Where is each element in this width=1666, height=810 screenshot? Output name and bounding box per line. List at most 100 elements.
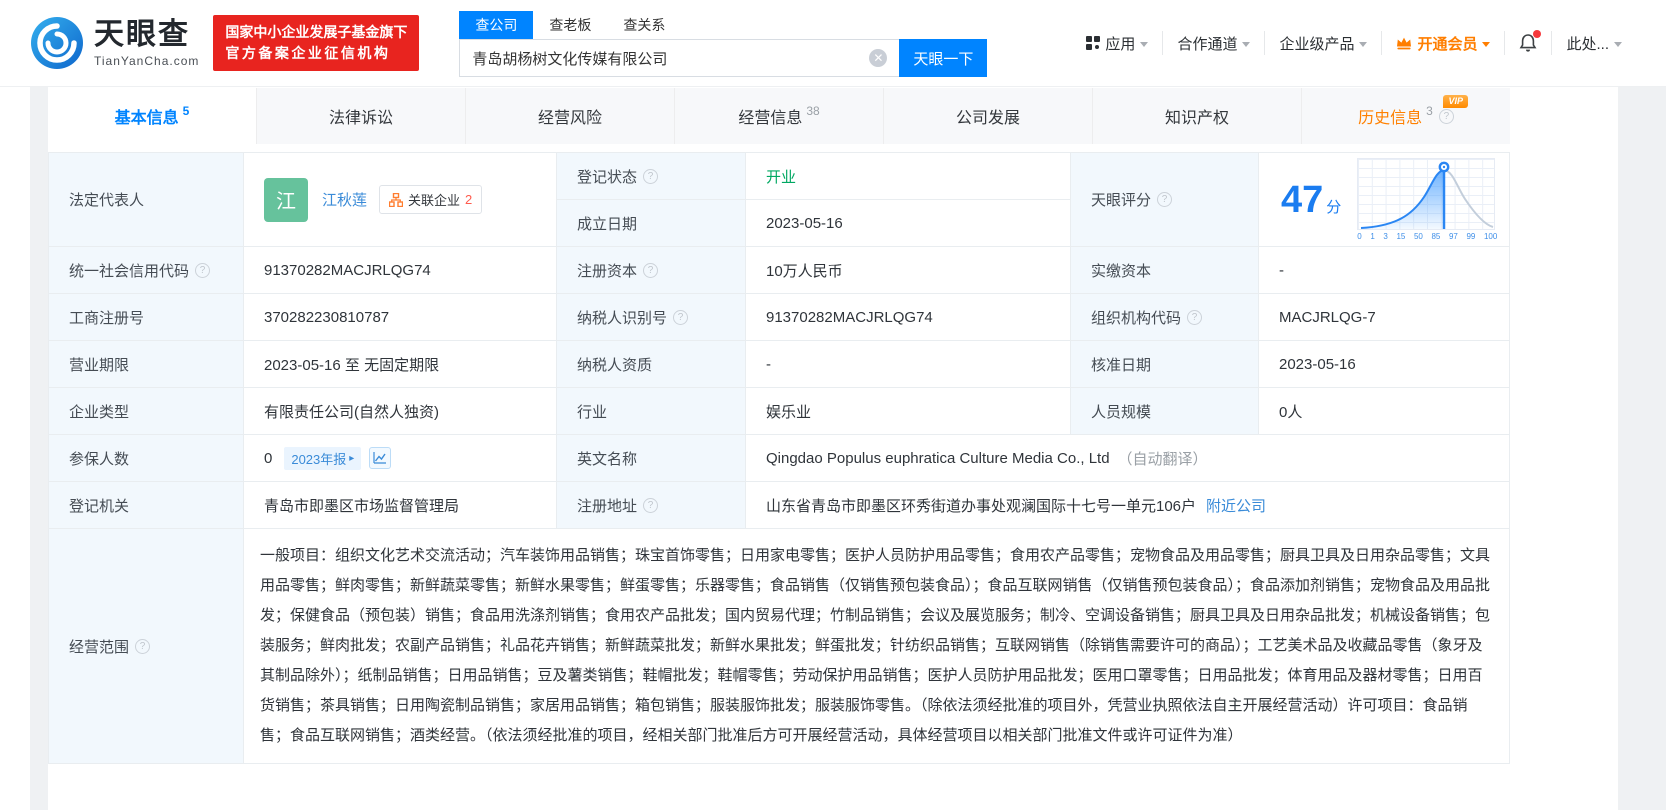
score-axis-tick: 100 <box>1483 232 1498 241</box>
score-axis-tick: 50 <box>1413 232 1423 241</box>
value-company-type: 有限责任公司(自然人独资) <box>244 388 557 435</box>
tianyancha-logo[interactable]: 天眼查 TianYanCha.com <box>30 16 199 70</box>
score-axis-tick: 3 <box>1383 232 1388 241</box>
score-axis-tick: 0 <box>1357 232 1362 241</box>
top-bar: 天眼查 TianYanCha.com 国家中小企业发展子基金旗下 官方备案企业征… <box>0 0 1666 86</box>
score-axis-tick: 85 <box>1431 232 1441 241</box>
value-staff-size: 0人 <box>1259 388 1509 435</box>
search-tab-company[interactable]: 查公司 <box>459 11 534 39</box>
label-registered-address: 注册地址 <box>557 482 746 529</box>
nav-account[interactable]: 此处... <box>1551 31 1636 55</box>
value-business-scope: 一般项目：组织文化艺术交流活动；汽车装饰用品销售；珠宝首饰零售；日用家电零售；医… <box>260 547 1491 744</box>
page-gutter-left <box>30 86 48 810</box>
nav-partner-channel[interactable]: 合作通道 <box>1162 31 1264 55</box>
tab-basic-info[interactable]: 基本信息 5 <box>48 88 256 144</box>
tab-label: 基本信息 <box>114 110 179 127</box>
legal-representative-link[interactable]: 江秋莲 <box>322 189 367 210</box>
chevron-down-icon <box>1140 41 1149 47</box>
label-organization-code: 组织机构代码 <box>1071 294 1259 341</box>
label-legal-representative: 法定代表人 <box>49 153 244 247</box>
status-badge: 开业 <box>766 168 797 186</box>
annual-report-badge[interactable]: 2023年报 <box>284 446 362 470</box>
org-chart-icon <box>389 192 404 207</box>
notification-dot <box>1533 29 1542 38</box>
company-info-table: 法定代表人 江 江秋莲 关联企业 2 登记状态 开业 成立日期 2023-05-… <box>48 152 1510 764</box>
value-paid-in-capital: - <box>1259 247 1509 294</box>
tab-label: 法律诉讼 <box>328 110 393 127</box>
company-search-input[interactable] <box>459 39 900 77</box>
label-taxpayer-qualification: 纳税人资质 <box>557 341 746 388</box>
score-axis: 0 1 3 15 50 85 97 99 100 <box>1357 232 1497 241</box>
cert-line2: 官方备案企业征信机构 <box>225 45 391 61</box>
related-companies-label: 关联企业 <box>408 193 461 208</box>
related-companies-count: 2 <box>465 192 473 207</box>
nav-open-vip[interactable]: 开通会员 <box>1381 31 1504 55</box>
nav-enterprise-label: 企业级产品 <box>1279 35 1355 53</box>
nav-apps[interactable]: 应用 <box>1072 31 1162 55</box>
top-nav: 应用 合作通道 企业级产品 开通会员 此处... <box>1072 29 1636 55</box>
label-staff-size: 人员规模 <box>1071 388 1259 435</box>
help-icon[interactable] <box>673 309 689 325</box>
chevron-down-icon <box>1482 41 1491 47</box>
search-tab-boss[interactable]: 查老板 <box>533 11 607 39</box>
score-axis-tick: 99 <box>1466 232 1476 241</box>
label-approval-date: 核准日期 <box>1071 341 1259 388</box>
related-companies-badge[interactable]: 关联企业 2 <box>379 185 483 214</box>
tab-count: 5 <box>182 104 190 118</box>
label-company-type: 企业类型 <box>49 388 244 435</box>
label-paid-in-capital: 实缴资本 <box>1071 247 1259 294</box>
nav-notifications[interactable] <box>1504 29 1551 55</box>
help-icon[interactable] <box>195 262 211 278</box>
chevron-down-icon <box>1359 41 1368 47</box>
tab-count: 38 <box>806 104 820 118</box>
value-business-term: 2023-05-16 至 无固定期限 <box>244 341 557 388</box>
help-icon[interactable] <box>1157 192 1173 207</box>
tab-intellectual-property[interactable]: 知识产权 <box>1092 88 1301 144</box>
search-button[interactable]: 天眼一下 <box>899 39 988 77</box>
label-registration-status: 登记状态 <box>557 153 746 200</box>
tab-label: 历史信息 <box>1358 110 1423 127</box>
tab-label: 经营信息 <box>738 110 803 127</box>
tab-business-risk[interactable]: 经营风险 <box>465 88 674 144</box>
value-registration-status: 开业 <box>746 153 1071 200</box>
help-icon[interactable] <box>643 262 659 278</box>
tianyancha-swirl-icon <box>31 17 83 69</box>
tab-legal-proceedings[interactable]: 法律诉讼 <box>256 88 465 144</box>
help-icon[interactable] <box>135 638 151 654</box>
value-legal-representative: 江 江秋莲 关联企业 2 <box>244 153 557 247</box>
tab-business-info[interactable]: 经营信息 38 <box>674 88 883 144</box>
label-registry-authority: 登记机关 <box>49 482 244 529</box>
help-icon[interactable] <box>643 168 659 184</box>
label-establish-date: 成立日期 <box>557 200 746 247</box>
score-axis-tick: 15 <box>1396 232 1406 241</box>
tab-label: 经营风险 <box>537 110 602 127</box>
label-insured-count: 参保人数 <box>49 435 244 482</box>
tab-company-development[interactable]: 公司发展 <box>883 88 1092 144</box>
chevron-down-icon <box>1614 41 1622 47</box>
value-english-name: Qingdao Populus euphratica Culture Media… <box>746 435 1509 482</box>
tab-history-info[interactable]: VIP 历史信息 3 <box>1301 88 1510 144</box>
value-registry-authority: 青岛市即墨区市场监督管理局 <box>244 482 557 529</box>
score-number: 47 分 <box>1281 178 1342 221</box>
label-registered-capital: 注册资本 <box>557 247 746 294</box>
value-establish-date: 2023-05-16 <box>746 200 1071 247</box>
trend-chart-icon[interactable] <box>369 447 392 469</box>
score-axis-tick: 97 <box>1448 232 1458 241</box>
help-icon[interactable] <box>643 497 659 513</box>
search-tabs: 查公司 查老板 查关系 <box>459 9 987 39</box>
score-distribution-chart: 0 1 3 15 50 85 97 99 100 <box>1357 158 1497 241</box>
section-tabs: 基本信息 5 法律诉讼 经营风险 经营信息 38 公司发展 知识产权 VIP 历… <box>48 88 1510 144</box>
tab-count: 3 <box>1426 104 1433 118</box>
score-axis-tick: 1 <box>1370 232 1375 241</box>
help-icon[interactable] <box>1187 309 1203 325</box>
certification-badge: 国家中小企业发展子基金旗下 官方备案企业征信机构 <box>213 15 420 71</box>
nearby-companies-link[interactable]: 附近公司 <box>1206 495 1266 516</box>
brand-domain: TianYanCha.com <box>94 53 200 68</box>
avatar: 江 <box>264 177 308 222</box>
nav-enterprise-products[interactable]: 企业级产品 <box>1264 31 1381 55</box>
search-tab-relation[interactable]: 查关系 <box>607 11 681 39</box>
brand-name: 天眼查 <box>94 17 190 51</box>
nav-vip-label: 开通会员 <box>1417 35 1478 53</box>
value-taxpayer-id: 91370282MACJRLQG74 <box>746 294 1071 341</box>
help-icon[interactable] <box>1438 108 1454 124</box>
